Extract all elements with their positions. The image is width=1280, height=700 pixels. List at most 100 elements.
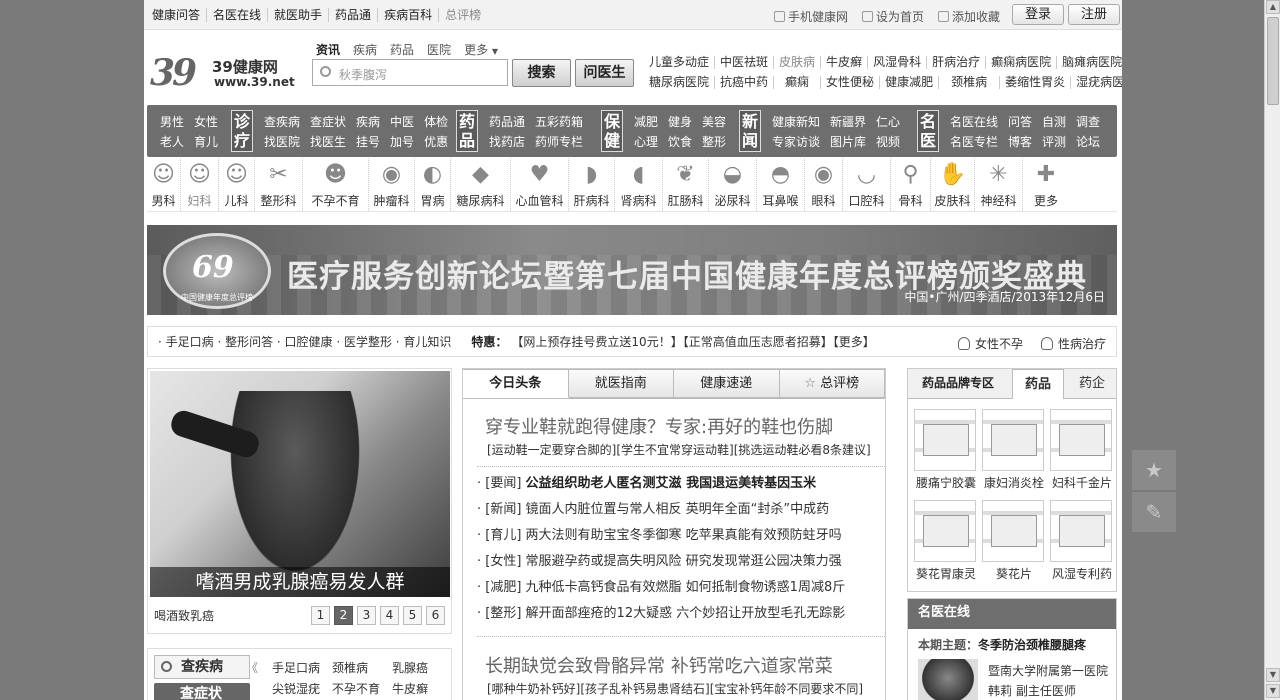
top-nav-ranking[interactable]: 总评榜 xyxy=(438,8,487,22)
nav-link[interactable]: 查症状 xyxy=(305,113,351,130)
tab-headlines[interactable]: 今日头条 xyxy=(463,369,569,398)
top-nav-drugs[interactable]: 药品通 xyxy=(328,8,377,22)
page-scrollbar[interactable]: ▲ ▼ ▼ xyxy=(1264,0,1280,700)
tab-ranking[interactable]: ☆ 总评榜 xyxy=(779,369,885,398)
dept-plus[interactable]: ✚ 更多 xyxy=(1023,158,1069,211)
news-headline-2[interactable]: 长期缺觉会致骨骼异常 补钙常吃六道家常菜 xyxy=(485,652,833,678)
nav-link[interactable]: 加号 xyxy=(385,133,419,150)
dept-liver[interactable]: ◗ 肝病科 xyxy=(569,158,615,211)
hot-link[interactable]: 糖尿病医院 xyxy=(644,75,714,89)
nav-link[interactable]: 心理 xyxy=(629,133,663,150)
checker-item[interactable]: 尖锐湿疣 xyxy=(272,680,332,700)
nav-link[interactable]: 新疆界 xyxy=(825,113,871,130)
dept-bone[interactable]: ⚲ 骨科 xyxy=(891,158,931,211)
page-button[interactable]: 5 xyxy=(403,606,422,625)
nav-link[interactable]: 图片库 xyxy=(825,133,871,150)
hot-link[interactable]: 皮肤病 xyxy=(773,55,820,69)
site-logo[interactable]: 39 39健康网 www.39.net xyxy=(150,52,300,96)
dept-stomach[interactable]: ◐ 胃病 xyxy=(415,158,451,211)
hot-link[interactable]: 癫痫病医院 xyxy=(985,55,1056,69)
hot-link[interactable]: 脑瘫病医院 xyxy=(1056,55,1122,69)
doctor-hospital[interactable]: 暨南大学附属第一医院 xyxy=(988,662,1108,679)
nav-link[interactable]: 男性 xyxy=(155,113,189,130)
scroll-up-icon[interactable]: ▲ xyxy=(1266,0,1280,14)
nav-link[interactable]: 专家访谈 xyxy=(767,133,825,150)
nav-section-health[interactable]: 保健 xyxy=(601,110,623,152)
hot-link[interactable]: 萎缩性胃炎 xyxy=(999,75,1070,89)
nav-link[interactable]: 育儿 xyxy=(189,133,223,150)
nav-section-experts[interactable]: 名医 xyxy=(917,110,939,152)
drug-item[interactable]: 腰痛宁胶囊 xyxy=(914,409,978,491)
search-tab-news[interactable]: 资讯 xyxy=(316,41,340,58)
register-button[interactable]: 注册 xyxy=(1068,4,1120,25)
news-subline[interactable]: [运动鞋一定要穿合脚的][学生不宜常穿运动鞋][挑选运动鞋必看8条建议] xyxy=(487,441,871,458)
nav-link[interactable]: 找医生 xyxy=(305,133,351,150)
dept-mouth[interactable]: ◡ 口腔科 xyxy=(843,158,891,211)
nav-link[interactable]: 查疾病 xyxy=(259,113,305,130)
nav-link[interactable]: 女性 xyxy=(189,113,223,130)
page-button[interactable]: 3 xyxy=(357,606,376,625)
page-button[interactable]: 6 xyxy=(426,606,445,625)
check-disease-tab[interactable]: 查疾病 xyxy=(154,655,250,679)
nav-link[interactable]: 视频 xyxy=(871,133,905,150)
search-input[interactable]: 秋季腹泻 xyxy=(312,59,508,86)
dept-nerve[interactable]: ✳ 神经科 xyxy=(975,158,1023,211)
tab-express[interactable]: 健康速递 xyxy=(674,369,780,398)
news-headline[interactable]: 穿专业鞋就跑得健康？专家:再好的鞋也伤脚 xyxy=(485,413,833,439)
hot-link[interactable]: 风湿骨科 xyxy=(867,55,926,69)
hot-link[interactable]: 抗癌中药 xyxy=(714,75,773,89)
nav-link[interactable]: 药师专栏 xyxy=(530,133,588,150)
checker-item[interactable]: 乳腺癌 xyxy=(392,659,452,680)
nav-link[interactable]: 找药店 xyxy=(484,133,530,150)
checker-item[interactable]: 牛皮癣 xyxy=(392,680,452,700)
mobile-link[interactable]: 手机健康网 xyxy=(774,8,848,25)
ticker-text[interactable]: 【网上预存挂号费立送10元！】【正常高值血压志愿者招募】【更多】 xyxy=(511,333,874,350)
ticker-link-infertility[interactable]: 女性不孕 xyxy=(957,335,1023,352)
nav-link[interactable]: 优惠 xyxy=(419,133,453,150)
checker-item[interactable]: 手足口病 xyxy=(272,659,332,680)
hot-link[interactable]: 中医祛斑 xyxy=(714,55,773,69)
favorite-link[interactable]: 添加收藏 xyxy=(938,8,1000,25)
nav-link[interactable]: 名医在线 xyxy=(945,113,1003,130)
nav-link[interactable]: 饮食 xyxy=(663,133,697,150)
dept-man[interactable]: ☺ 男科 xyxy=(147,158,181,211)
hot-link[interactable]: 肝病治疗 xyxy=(926,55,985,69)
nav-link[interactable]: 美容 xyxy=(697,113,731,130)
nav-link[interactable]: 健身 xyxy=(663,113,697,130)
nav-link[interactable]: 整形 xyxy=(697,133,731,150)
nav-link[interactable]: 名医专栏 xyxy=(945,133,1003,150)
nav-link[interactable]: 调查 xyxy=(1071,113,1105,130)
hot-link[interactable]: 牛皮癣 xyxy=(820,55,867,69)
hot-link[interactable]: 癫痫 xyxy=(773,75,820,89)
nav-link[interactable]: 自测 xyxy=(1037,113,1071,130)
news-item[interactable]: · [整形] 解开面部痤疮的12大疑惑 六个妙招让开放型毛孔无踪影 xyxy=(477,601,885,627)
news-item[interactable]: · [育儿] 两大法则有助宝宝冬季御寒 吃苹果真能有效预防蛀牙吗 xyxy=(477,523,885,549)
drug-item[interactable]: 妇科千金片 xyxy=(1050,409,1114,491)
hot-link[interactable]: 健康减肥 xyxy=(879,75,938,89)
drug-item[interactable]: 葵花片 xyxy=(982,500,1046,582)
news-item[interactable]: · [女性] 常服避孕药或提高失明风险 研究发现常逛公园决策力强 xyxy=(477,549,885,575)
news-item[interactable]: · [减肥] 九种低卡高钙食品有效燃脂 如何抵制食物诱惑1周减8斤 xyxy=(477,575,885,601)
nav-link[interactable]: 老人 xyxy=(155,133,189,150)
nav-link[interactable]: 健康新知 xyxy=(767,113,825,130)
nav-link[interactable]: 问答 xyxy=(1003,113,1037,130)
dept-skin[interactable]: ✋ 皮肤科 xyxy=(931,158,975,211)
search-tab-disease[interactable]: 疾病 xyxy=(353,41,377,58)
hot-link[interactable]: 颈椎病 xyxy=(938,75,999,89)
login-button[interactable]: 登录 xyxy=(1012,4,1064,25)
search-tab-drug[interactable]: 药品 xyxy=(390,41,414,58)
scroll-end-icon[interactable]: ▼ xyxy=(1266,684,1280,698)
drug-item[interactable]: 葵花胃康灵 xyxy=(914,500,978,582)
nav-link[interactable]: 博客 xyxy=(1003,133,1037,150)
favorite-float-button[interactable]: ★ xyxy=(1132,450,1176,490)
nav-link[interactable]: 评测 xyxy=(1037,133,1071,150)
tab-pharma[interactable]: 药企 xyxy=(1066,369,1118,398)
scroll-down-icon[interactable]: ▼ xyxy=(1266,668,1280,682)
tab-drug-brand[interactable]: 药品品牌专区 xyxy=(908,369,1008,398)
dept-diabetes[interactable]: ◆ 糖尿病科 xyxy=(451,158,511,211)
hot-link[interactable]: 女性便秘 xyxy=(820,75,879,89)
news-subline-2[interactable]: [哪种牛奶补钙好][孩子乱补钙易患肾结石][宝宝补钙年龄不同要求不同] xyxy=(487,680,863,697)
dept-infertility[interactable]: ☻ 不孕不育 xyxy=(303,158,369,211)
photo-footer[interactable]: 喝酒致乳癌 xyxy=(154,607,214,624)
news-item[interactable]: · [要闻] 公益组织助老人匿名测艾滋 我国退运美转基因玉米 xyxy=(477,471,885,497)
